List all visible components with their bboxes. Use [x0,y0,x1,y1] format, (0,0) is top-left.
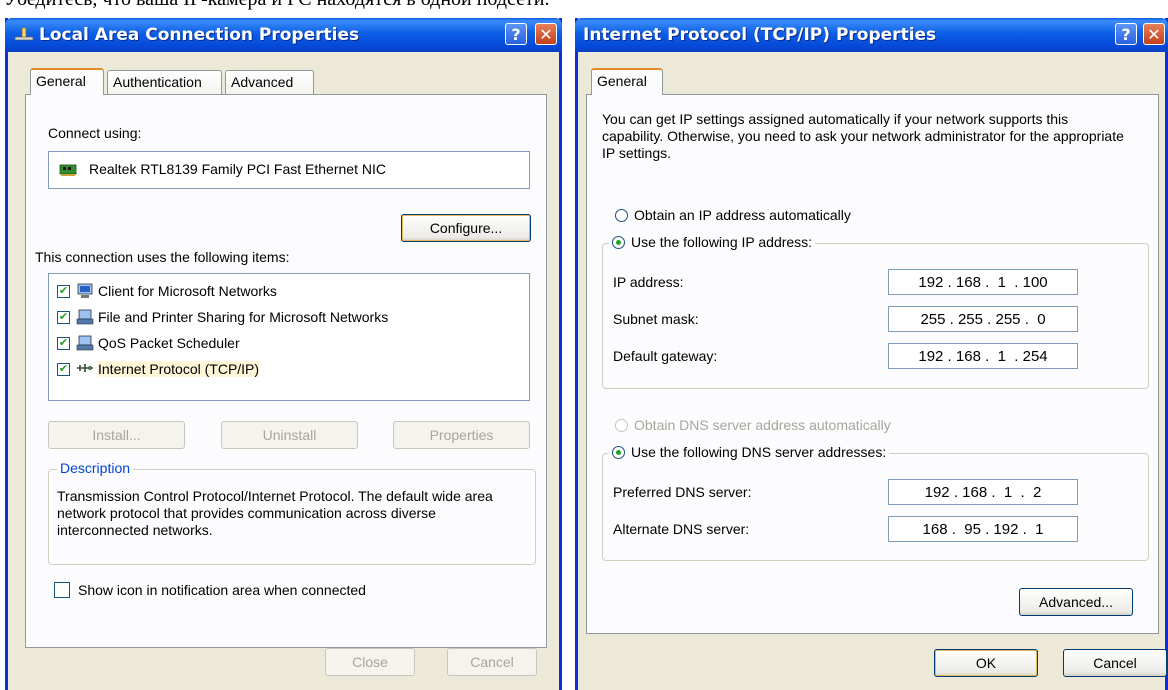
alternate-dns-label: Alternate DNS server: [613,521,750,537]
list-item[interactable]: ✔ QoS Packet Scheduler [57,332,240,354]
show-icon-checkbox[interactable] [54,582,70,598]
radio-button[interactable] [615,419,628,432]
default-gateway-field[interactable]: 192 . 168 . 1 . 254 [888,343,1078,369]
default-gateway-label: Default gateway: [613,348,718,364]
network-client-icon [77,283,93,298]
title-bar[interactable]: Local Area Connection Properties ? ✕ [5,18,562,52]
use-following-dns-option[interactable]: Use the following DNS server addresses: [609,444,890,460]
description-legend: Description [57,460,134,476]
general-tab-panel: You can get IP settings assigned automat… [586,94,1159,634]
item-label: QoS Packet Scheduler [98,335,240,351]
advanced-button[interactable]: Advanced... [1019,588,1133,616]
intro-text: You can get IP settings assigned automat… [602,111,1124,161]
checkbox[interactable]: ✔ [57,336,70,350]
help-button[interactable]: ? [505,23,527,45]
configure-button[interactable]: Configure... [401,214,531,242]
item-label: File and Printer Sharing for Microsoft N… [98,309,389,325]
install-button[interactable]: Install... [48,421,185,449]
obtain-dns-auto-label: Obtain DNS server address automatically [634,417,891,433]
description-text: Transmission Control Protocol/Internet P… [57,488,493,538]
tab-general[interactable]: General [591,68,663,95]
network-connection-icon [14,27,34,41]
page-caption: Убедитесь, что ваша IP-камера и PC наход… [0,0,1168,10]
preferred-dns-label: Preferred DNS server: [613,484,752,500]
checkbox[interactable]: ✔ [57,284,70,298]
window-title: Local Area Connection Properties [39,25,360,45]
adapter-box: Realtek RTL8139 Family PCI Fast Ethernet… [48,151,530,189]
checkbox[interactable]: ✔ [57,362,70,376]
general-tab-panel: Connect using: Realtek RTL8139 Family PC… [25,94,547,648]
tab-advanced[interactable]: Advanced [225,70,314,94]
cancel-button[interactable]: Cancel [1063,649,1167,677]
show-icon-label: Show icon in notification area when conn… [78,582,366,598]
obtain-ip-auto-label: Obtain an IP address automatically [634,207,851,223]
list-item[interactable]: ✔ Client for Microsoft Networks [57,280,277,302]
subnet-mask-field[interactable]: 255 . 255 . 255 . 0 [888,306,1078,332]
list-item[interactable]: ✔ Internet Protocol (TCP/IP) [57,358,260,380]
connect-using-label: Connect using: [48,125,142,141]
components-list[interactable]: ✔ Client for Microsoft Networks ✔ File a… [48,273,530,401]
use-following-ip-label: Use the following IP address: [631,234,813,250]
close-button[interactable]: Close [325,648,415,676]
tcpip-properties-window: Internet Protocol (TCP/IP) Properties ? … [575,18,1168,690]
tab-general[interactable]: General [30,68,104,95]
subnet-mask-label: Subnet mask: [613,311,699,327]
items-label: This connection uses the following items… [35,249,290,265]
radio-button[interactable] [612,236,625,249]
radio-button[interactable] [612,446,625,459]
close-window-button[interactable]: ✕ [1143,23,1165,45]
title-bar[interactable]: Internet Protocol (TCP/IP) Properties ? … [575,18,1168,52]
uninstall-button[interactable]: Uninstall [221,421,358,449]
item-label: Client for Microsoft Networks [98,283,277,299]
protocol-icon [77,364,93,372]
preferred-dns-field[interactable]: 192 . 168 . 1 . 2 [888,479,1078,505]
properties-button[interactable]: Properties [393,421,530,449]
description-group: Description Transmission Control Protoco… [48,460,536,565]
alternate-dns-field[interactable]: 168 . 95 . 192 . 1 [888,516,1078,542]
ip-address-field[interactable]: 192 . 168 . 1 . 100 [888,269,1078,295]
network-card-icon [59,164,77,176]
obtain-dns-auto-option[interactable]: Obtain DNS server address automatically [615,417,891,433]
help-button[interactable]: ? [1115,23,1137,45]
ip-address-label: IP address: [613,274,684,290]
file-share-icon [76,309,94,325]
radio-button[interactable] [615,209,628,222]
tab-authentication[interactable]: Authentication [107,70,222,94]
adapter-name: Realtek RTL8139 Family PCI Fast Ethernet… [89,161,386,177]
cancel-button[interactable]: Cancel [447,648,537,676]
show-icon-option[interactable]: Show icon in notification area when conn… [54,579,366,601]
list-item[interactable]: ✔ File and Printer Sharing for Microsoft… [57,306,388,328]
use-following-ip-option[interactable]: Use the following IP address: [609,234,816,250]
use-following-dns-label: Use the following DNS server addresses: [631,444,887,460]
obtain-ip-auto-option[interactable]: Obtain an IP address automatically [615,207,851,223]
item-label: Internet Protocol (TCP/IP) [98,361,260,377]
window-title: Internet Protocol (TCP/IP) Properties [583,25,937,45]
qos-icon [76,335,94,351]
dns-group: Use the following DNS server addresses: … [602,444,1149,561]
ok-button[interactable]: OK [934,649,1038,677]
local-area-connection-window: Local Area Connection Properties ? ✕ Gen… [5,18,562,690]
checkbox[interactable]: ✔ [57,310,70,324]
close-window-button[interactable]: ✕ [535,23,557,45]
static-ip-group: Use the following IP address: IP address… [602,234,1149,389]
